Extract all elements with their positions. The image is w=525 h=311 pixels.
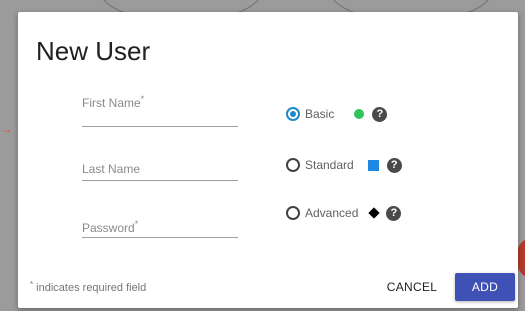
required-mark: *	[140, 94, 145, 104]
add-button[interactable]: ADD	[455, 273, 515, 301]
first-name-field[interactable]: First Name*	[82, 94, 238, 127]
required-mark: *	[134, 219, 139, 229]
radio-advanced[interactable]	[286, 206, 300, 220]
plan-label-advanced: Advanced	[305, 206, 359, 220]
plan-label-standard: Standard	[305, 158, 354, 172]
plan-label-basic: Basic	[305, 107, 335, 121]
password-field[interactable]: Password*	[82, 207, 238, 238]
green-circle-icon	[354, 109, 365, 119]
dialog-title: New User	[36, 36, 151, 66]
plan-option-standard[interactable]: Standard ?	[286, 155, 402, 175]
plan-option-basic[interactable]: Basic ?	[286, 104, 388, 124]
last-name-label: Last Name	[82, 162, 141, 176]
cancel-button[interactable]: CANCEL	[380, 274, 444, 300]
help-icon[interactable]: ?	[372, 106, 388, 122]
help-icon[interactable]: ?	[386, 205, 402, 221]
radio-standard[interactable]	[286, 158, 300, 172]
black-diamond-icon	[368, 207, 381, 219]
new-user-dialog: New User First Name* Last Name Password*…	[18, 12, 518, 308]
blue-square-icon	[367, 159, 379, 171]
arrow-icon: →	[0, 122, 12, 136]
radio-basic[interactable]	[286, 107, 300, 121]
required-mark: *	[30, 280, 34, 289]
plan-option-advanced[interactable]: Advanced ?	[286, 203, 402, 223]
help-icon[interactable]: ?	[386, 157, 402, 173]
first-name-label: First Name*	[82, 94, 145, 110]
password-label: Password*	[82, 219, 139, 235]
required-field-note: * indicates required field	[30, 280, 147, 294]
last-name-field[interactable]: Last Name	[82, 150, 238, 181]
